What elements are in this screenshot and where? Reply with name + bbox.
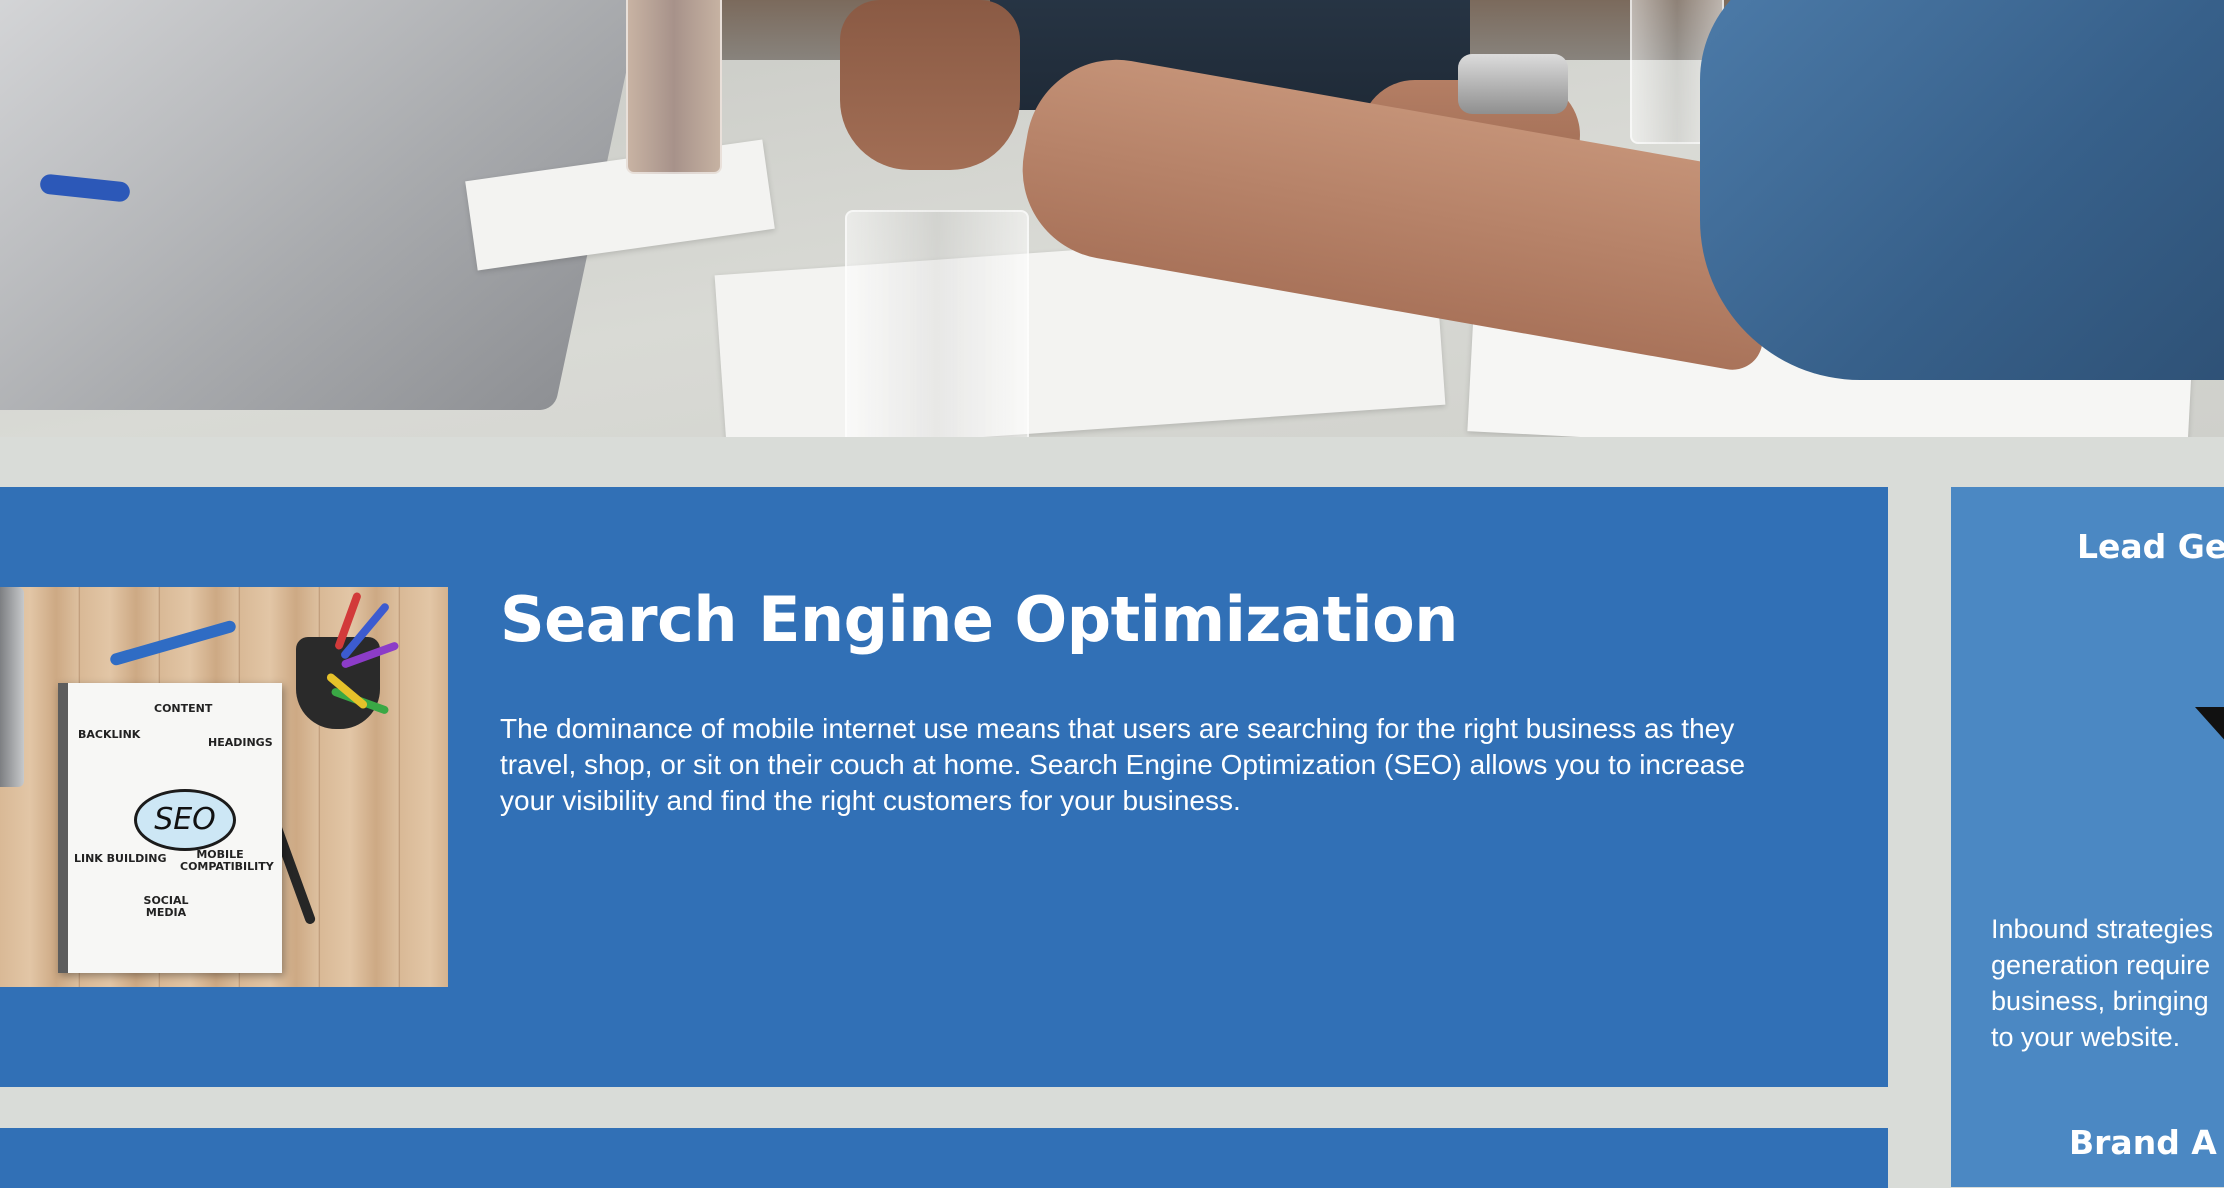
notebook-label: LINK BUILDING [74, 852, 167, 865]
description-line: Inbound strategies [1991, 914, 2214, 944]
next-service-card [0, 1128, 1888, 1188]
description-line: business, bringing [1991, 986, 2209, 1016]
water-glass [845, 210, 1029, 437]
lead-generation-title: Lead Ge [2077, 527, 2224, 566]
seo-description: The dominance of mobile internet use mea… [500, 713, 1746, 816]
hand [840, 0, 1020, 170]
notebook-label: SOCIAL MEDIA [143, 894, 189, 919]
description-line: to your website. [1991, 1022, 2181, 1052]
seo-illustration-image: CONTENT BACKLINK HEADINGS SEO LINK BUILD… [0, 587, 448, 987]
description-line: generation require [1991, 950, 2211, 980]
notebook-label: HEADINGS [208, 736, 273, 749]
water-glass [626, 0, 722, 174]
denim-sleeve [1700, 0, 2224, 380]
lead-generation-description: Inbound strategies generation require bu… [1991, 911, 2224, 1055]
marker [108, 619, 238, 667]
notebook-label: BACKLINK [78, 728, 141, 741]
notebook-label: CONTENT [154, 702, 213, 715]
seo-title: Search Engine Optimization [500, 583, 1458, 656]
hero-image [0, 0, 2224, 437]
seo-card: CONTENT BACKLINK HEADINGS SEO LINK BUILD… [0, 487, 1888, 1087]
lead-generation-card: Lead Ge Inbound strategies generation re… [1951, 487, 2224, 1187]
laptop-edge [0, 587, 24, 787]
notebook-label: MOBILE COMPATIBILITY [180, 848, 274, 873]
wristwatch [1458, 54, 1568, 114]
brand-awareness-title: Brand A [2069, 1123, 2217, 1162]
gear-funnel-icon [2195, 707, 2224, 740]
notebook: CONTENT BACKLINK HEADINGS SEO LINK BUILD… [58, 683, 282, 973]
seo-cloud: SEO [134, 789, 236, 851]
